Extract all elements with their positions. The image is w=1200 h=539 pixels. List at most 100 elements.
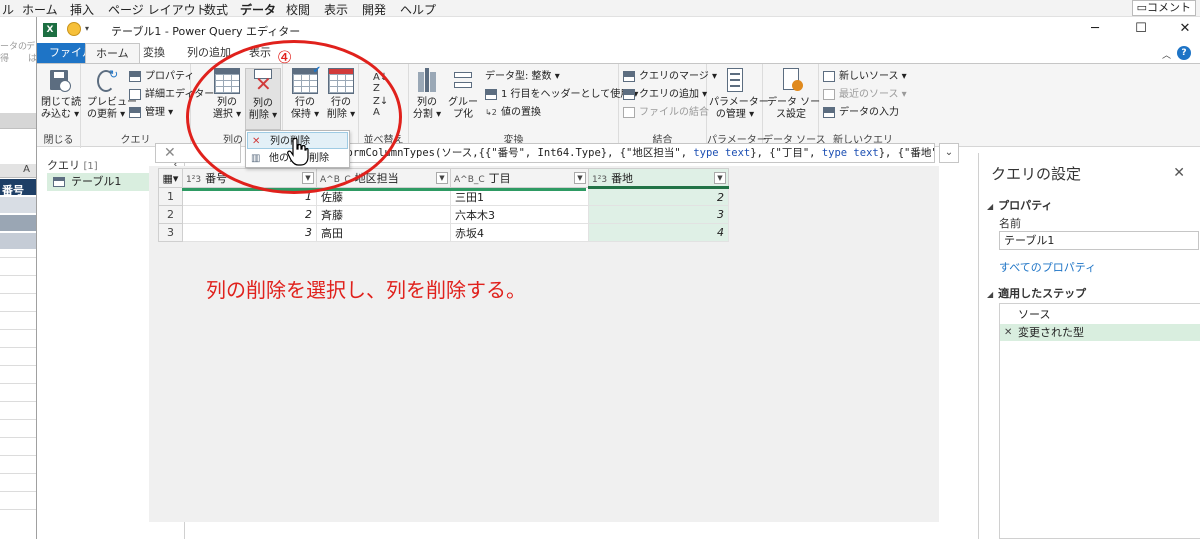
cell[interactable]: 高田 (316, 223, 451, 242)
column-header-chome[interactable]: A^B_C 丁目 ▼ (450, 168, 589, 188)
remove-columns-button[interactable]: ✕ 列の 削除 ▾ (245, 68, 281, 130)
cell[interactable]: 4 (588, 223, 729, 242)
excel-gridline (0, 311, 36, 312)
cell[interactable]: 2 (588, 187, 729, 206)
remove-rows-icon (328, 68, 354, 94)
maximize-button[interactable]: ☐ (1131, 21, 1151, 36)
minimize-button[interactable]: ─ (1085, 21, 1105, 36)
filter-dropdown-icon[interactable]: ▼ (574, 172, 586, 184)
delete-step-icon[interactable]: ✕ (1004, 324, 1012, 341)
excel-menu-page-layout[interactable]: ページ レイアウト (108, 1, 208, 18)
cell[interactable]: 六本木3 (450, 205, 589, 224)
group-by-label-2: プ化 (453, 109, 473, 120)
split-column-button[interactable]: 列の 分割 ▾ (409, 68, 445, 121)
excel-menu-home[interactable]: ホーム (22, 1, 58, 18)
formula-input[interactable]: = Table.TransformColumnTypes(ソース,{{"番号",… (251, 143, 935, 163)
keep-rows-button[interactable]: ✔ 行の 保持 ▾ (287, 65, 323, 121)
excel-menu-view[interactable]: 表示 (324, 1, 348, 18)
quick-access-dropdown-icon[interactable]: ▾ (85, 24, 89, 33)
query-name-input[interactable]: テーブル1 (999, 231, 1199, 250)
excel-gridline (0, 401, 36, 402)
grid-corner-menu[interactable]: ▦▾ (158, 168, 183, 188)
table-row: 3 3 高田 赤坂4 4 (158, 223, 729, 242)
step-item-selected[interactable]: ✕ 変更された型 (1000, 324, 1200, 341)
close-and-load-button[interactable]: 閉じて読 み込む ▾ (41, 68, 81, 121)
column-header-number[interactable]: 1²3 番号 ▼ (182, 168, 317, 188)
excel-menubar: ル ホーム 挿入 ページ レイアウト 数式 データ 校閲 表示 開発 ヘルプ ▭… (0, 0, 1200, 17)
excel-menu-formulas[interactable]: 数式 (204, 1, 228, 18)
cell[interactable]: 3 (588, 205, 729, 224)
sort-ascending-icon[interactable]: A↓ Z (373, 72, 388, 94)
row-number[interactable]: 2 (158, 205, 183, 224)
filter-dropdown-icon[interactable]: ▼ (714, 172, 726, 184)
merge-queries-icon (623, 71, 635, 82)
excel-menu-review[interactable]: 校閲 (286, 1, 310, 18)
refresh-preview-button[interactable]: ↻ プレビュー の更新 ▾ (87, 68, 137, 121)
type-whole-number-icon[interactable]: 1²3 (592, 175, 607, 185)
new-source-button[interactable]: 新しいソース ▾ (823, 68, 907, 85)
merge-queries-button[interactable]: クエリのマージ ▾ (623, 68, 717, 85)
ribbon-group-parameters: パラメーター の管理 ▾ パラメーター (707, 64, 769, 148)
excel-comment-button[interactable]: ▭コメント (1131, 0, 1196, 16)
remove-column-icon: ✕ (252, 136, 261, 147)
replace-values-icon: ↳2 (485, 108, 497, 117)
excel-menu-file[interactable]: ル (2, 1, 14, 18)
data-source-settings-button[interactable]: データ ソー ス設定 (767, 68, 820, 121)
manage-parameters-button[interactable]: パラメーター の管理 ▾ (709, 68, 769, 121)
excel-gridline (0, 383, 36, 384)
excel-menu-developer[interactable]: 開発 (362, 1, 386, 18)
applied-steps-header[interactable]: ◢ 適用したステップ (987, 285, 1086, 301)
row-number[interactable]: 1 (158, 187, 183, 206)
tab-transform[interactable]: 変換 (133, 43, 175, 63)
excel-menu-data[interactable]: データ (240, 1, 276, 18)
append-queries-button[interactable]: クエリの追加 ▾ (623, 86, 707, 103)
tab-view[interactable]: 表示 (239, 43, 281, 63)
type-whole-number-icon[interactable]: 1²3 (186, 175, 201, 185)
new-source-label: 新しいソース ▾ (839, 71, 907, 82)
collapse-ribbon-icon[interactable]: ︿ (1162, 48, 1171, 61)
recent-sources-button[interactable]: 最近のソース ▾ (823, 86, 907, 103)
group-by-button[interactable]: グルー プ化 (445, 68, 481, 121)
filter-dropdown-icon[interactable]: ▼ (302, 172, 314, 184)
combine-files-button[interactable]: ファイルの結合 (623, 104, 709, 121)
excel-app-icon: X (43, 23, 57, 37)
step-item[interactable]: ソース (1000, 306, 1200, 323)
use-first-row-label: 1 行目をヘッダーとして使用 ▾ (501, 89, 639, 100)
remove-rows-button[interactable]: 行の 削除 ▾ (323, 68, 359, 121)
tab-add-column[interactable]: 列の追加 (177, 43, 241, 63)
help-icon[interactable]: ? (1177, 46, 1191, 60)
type-text-icon[interactable]: A^B_C (320, 175, 351, 185)
table-icon (53, 177, 65, 187)
sort-descending-icon[interactable]: Z↓ A (373, 96, 388, 118)
filter-dropdown-icon[interactable]: ▼ (436, 172, 448, 184)
expand-formula-icon[interactable]: ⌄ (939, 143, 959, 163)
manage-button[interactable]: 管理 ▾ (129, 104, 173, 121)
enter-data-button[interactable]: データの入力 (823, 104, 899, 121)
choose-columns-button[interactable]: 列の 選択 ▾ (209, 68, 245, 121)
close-settings-icon[interactable]: ✕ (1173, 165, 1185, 181)
excel-menu-help[interactable]: ヘルプ (400, 1, 436, 18)
column-header-banchi-selected[interactable]: 1²3 番地 ▼ (588, 168, 729, 189)
properties-button[interactable]: プロパティ (129, 68, 194, 85)
cell[interactable]: 3 (182, 223, 317, 242)
cell[interactable]: 赤坂4 (450, 223, 589, 242)
data-type-dropdown[interactable]: データ型: 整数 ▾ (485, 68, 560, 85)
type-text-icon[interactable]: A^B_C (454, 175, 485, 185)
tab-home[interactable]: ホーム (85, 43, 140, 63)
formula-cancel-button[interactable]: ✕ (155, 143, 241, 163)
use-first-row-button[interactable]: 1 行目をヘッダーとして使用 ▾ (485, 86, 638, 103)
queries-count: [1] (83, 161, 98, 172)
column-header-area[interactable]: A^B_C 地区担当 ▼ (316, 168, 451, 188)
ribbon-group-close: 閉じて読 み込む ▾ 閉じる (37, 64, 81, 148)
feedback-smiley-icon[interactable] (67, 22, 81, 36)
excel-menu-insert[interactable]: 挿入 (70, 1, 94, 18)
close-window-button[interactable]: ✕ (1175, 21, 1195, 36)
row-number[interactable]: 3 (158, 223, 183, 242)
all-properties-link[interactable]: すべてのプロパティ (999, 259, 1096, 275)
comment-icon: ▭ (1136, 1, 1147, 14)
replace-values-button[interactable]: ↳2 値の置換 (485, 104, 541, 121)
excel-namebox (0, 113, 36, 129)
properties-section-header[interactable]: ◢ プロパティ (987, 197, 1053, 213)
cell[interactable]: 斉藤 (316, 205, 451, 224)
cell[interactable]: 2 (182, 205, 317, 224)
